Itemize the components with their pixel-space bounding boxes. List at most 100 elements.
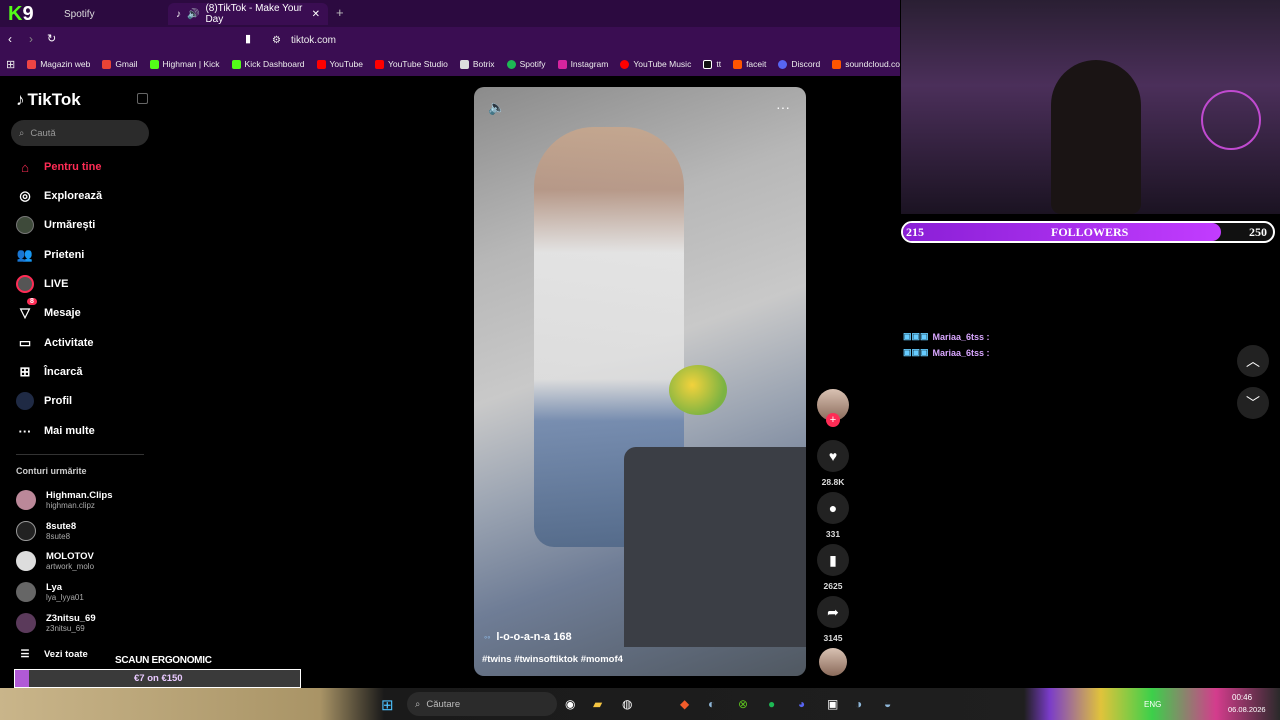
tab-tiktok[interactable]: ♪ 🔊 (8)TikTok - Make Your Day ✕: [168, 3, 328, 25]
bookmark-highman-kick[interactable]: Highman | Kick: [144, 59, 226, 69]
nav-label: Pentru tine: [44, 161, 102, 173]
share-icon: ➦: [817, 596, 849, 628]
collapse-sidebar-icon[interactable]: [137, 93, 148, 104]
account-item[interactable]: 8sute8 8sute8: [16, 518, 76, 544]
bookmark-botrix[interactable]: Botrix: [454, 59, 501, 69]
bookmark-tt[interactable]: tt: [697, 59, 727, 69]
bookmark-label: faceit: [746, 59, 767, 69]
bookmark-instagram[interactable]: Instagram: [552, 59, 615, 69]
steam-icon[interactable]: ◐: [708, 697, 715, 711]
taskbar-app-icon[interactable]: ◒: [884, 697, 891, 711]
bookmark-gmail[interactable]: Gmail: [96, 59, 143, 69]
volume-icon[interactable]: 🔈: [488, 99, 505, 116]
chat-message: ▣▣▣ Mariaa_6tss :: [903, 347, 990, 358]
bookmark-youtube[interactable]: YouTube: [311, 59, 369, 69]
nav-explore[interactable]: ◎ Explorează: [16, 185, 102, 207]
folder-icon[interactable]: ▰: [593, 697, 602, 711]
account-item[interactable]: Z3nitsu_69 z3nitsu_69: [16, 610, 96, 636]
bookmark-kick-dashboard[interactable]: Kick Dashboard: [226, 59, 311, 69]
bookmark-label: Instagram: [570, 59, 609, 69]
windows-taskbar: ⊞ ⌕ Căutare ◉ ▰ ◍ ◆ ◐ ⊗ ● ◕ ▣ ◑ ◒ ENG 00:…: [0, 688, 1280, 720]
nav-messages[interactable]: ▽ 8 Mesaje: [16, 298, 81, 324]
url-bar[interactable]: ⚙ tiktok.com: [262, 30, 902, 50]
friends-icon: 👥: [16, 247, 34, 262]
list-icon: ☰: [20, 648, 30, 660]
see-all-link[interactable]: ☰ Vezi toate: [16, 643, 88, 665]
search-input[interactable]: ⌕ Caută: [11, 120, 149, 146]
spotify-icon[interactable]: ●: [768, 697, 775, 711]
language-indicator[interactable]: ENG: [1144, 700, 1161, 709]
save-button[interactable]: ▮ 2625: [816, 544, 850, 591]
bookmark-icon[interactable]: ▮: [245, 32, 251, 45]
logo-text: TikTok: [27, 90, 81, 109]
chevron-down-icon: ﹀: [1246, 395, 1260, 411]
bookmark-faceit[interactable]: faceit: [727, 59, 772, 69]
nav-following[interactable]: Urmărești: [16, 214, 95, 236]
forward-icon[interactable]: ›: [29, 32, 33, 46]
discord-icon[interactable]: ◕: [798, 697, 805, 711]
xbox-icon[interactable]: ⊗: [738, 697, 748, 711]
video-hashtags[interactable]: #twins #twinsoftiktok #momof4: [482, 654, 623, 665]
tiktok-logo[interactable]: ♪ TikTok: [16, 90, 81, 110]
creator-avatar[interactable]: +: [816, 389, 850, 427]
nav-activity[interactable]: ▭ Activitate: [16, 332, 94, 354]
nav-more[interactable]: ··· Mai multe: [16, 420, 95, 442]
nav-label: Mai multe: [44, 425, 95, 437]
nav-label: Activitate: [44, 337, 94, 349]
like-button[interactable]: ♥ 28.8K: [816, 440, 850, 487]
obs-icon[interactable]: ◍: [622, 697, 632, 711]
following-avatar-icon: [16, 216, 34, 234]
nav-label: Prieteni: [44, 249, 85, 261]
site-info-icon[interactable]: ⚙: [272, 35, 281, 46]
bookmark-spotify[interactable]: Spotify: [501, 59, 552, 69]
clock-date[interactable]: 06.08.2026: [1228, 705, 1266, 714]
new-tab-button[interactable]: +: [336, 5, 344, 20]
share-button[interactable]: ➦ 3145: [816, 596, 850, 643]
bookmark-soundcloud[interactable]: soundcloud.com/: [826, 59, 900, 69]
taskbar-search[interactable]: ⌕ Căutare: [407, 692, 557, 716]
reload-icon[interactable]: ↻: [47, 32, 56, 45]
nav-for-you[interactable]: ⌂ Pentru tine: [16, 156, 101, 178]
account-item[interactable]: Highman.Clips highman.clipz: [16, 487, 113, 513]
apps-icon[interactable]: ⊞: [0, 58, 21, 71]
nav-friends[interactable]: 👥 Prieteni: [16, 244, 84, 266]
discord-icon: [778, 59, 788, 69]
bookmark-label: Magazin web: [40, 59, 91, 69]
bookmark-youtube-studio[interactable]: YouTube Studio: [369, 59, 454, 69]
comment-button[interactable]: ● 331: [816, 492, 850, 539]
brave-icon[interactable]: ◆: [680, 697, 689, 711]
video-author[interactable]: ◦◦ l-o-o-a-n-a 168: [484, 631, 572, 643]
sidebar-divider: [16, 454, 144, 455]
instagram-icon: [557, 59, 567, 69]
bookmark-label: tt: [716, 59, 722, 69]
more-options-icon[interactable]: ···: [776, 99, 790, 115]
nav-profile[interactable]: Profil: [16, 390, 72, 412]
soundcloud-icon: [832, 59, 842, 69]
video-player[interactable]: 🔈 ··· ◦◦ l-o-o-a-n-a 168 #twins #twinsoft…: [474, 87, 806, 676]
tab-spotify[interactable]: Spotify: [56, 3, 103, 25]
taskbar-app-icon[interactable]: ▣: [827, 697, 838, 711]
start-icon[interactable]: ⊞: [381, 696, 394, 714]
nav-live[interactable]: LIVE: [16, 273, 68, 295]
account-item[interactable]: MOLOTOV artwork_molo: [16, 548, 94, 574]
close-tab-icon[interactable]: ✕: [312, 9, 320, 20]
author-name: l-o-o-a-n-a 168: [496, 631, 572, 643]
music-disc[interactable]: [816, 648, 850, 676]
account-handle: lya_lyya01: [46, 593, 84, 602]
back-icon[interactable]: ‹: [8, 32, 12, 46]
stroller: [624, 447, 806, 647]
url-text: tiktok.com: [290, 34, 336, 46]
nav-upload[interactable]: ⊞ Încarcă: [16, 361, 83, 383]
bookmark-magazin[interactable]: Magazin web: [21, 59, 96, 69]
comment-count: 331: [825, 529, 841, 539]
bookmark-discord[interactable]: Discord: [772, 59, 826, 69]
bookmark-youtube-music[interactable]: YouTube Music: [614, 59, 697, 69]
follow-plus-icon[interactable]: +: [826, 413, 840, 427]
previous-video-button[interactable]: ︿: [1237, 345, 1269, 377]
account-handle: z3nitsu_69: [46, 624, 85, 633]
account-item[interactable]: Lya lya_lyya01: [16, 579, 84, 605]
next-video-button[interactable]: ﹀: [1237, 387, 1269, 419]
taskbar-app-icon[interactable]: ◑: [855, 697, 862, 711]
taskbar-app-icon[interactable]: ◉: [565, 697, 575, 711]
clock-time[interactable]: 00:46: [1232, 693, 1252, 702]
